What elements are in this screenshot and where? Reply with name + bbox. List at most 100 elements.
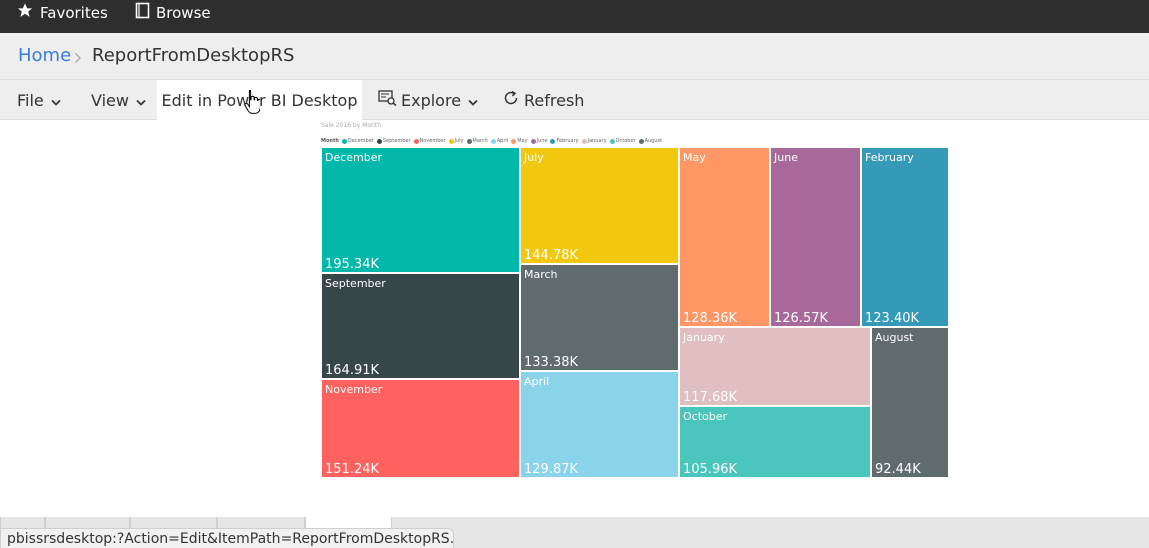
legend-item-label: August xyxy=(644,138,663,144)
legend-item[interactable]: October xyxy=(609,138,636,144)
treemap-tile-april[interactable]: April 129.87K xyxy=(520,371,679,478)
tile-label: May xyxy=(683,151,706,164)
refresh-icon xyxy=(502,89,520,111)
legend-color-dot xyxy=(376,138,382,144)
tile-value: 128.36K xyxy=(683,311,738,326)
legend-color-dot xyxy=(581,138,587,144)
tile-label: July xyxy=(524,151,544,164)
legend-item-label: May xyxy=(517,138,528,144)
chevron-down-icon xyxy=(51,91,61,110)
chevron-down-icon xyxy=(136,91,146,110)
tile-label: June xyxy=(774,151,798,164)
treemap-tile-september[interactable]: September 164.91K xyxy=(321,273,520,379)
legend-item-label: October xyxy=(615,138,636,144)
breadcrumb-home-link[interactable]: Home xyxy=(18,45,71,66)
refresh-button[interactable]: Refresh xyxy=(502,80,584,120)
legend-title: Month xyxy=(321,138,339,144)
view-menu-button[interactable]: View xyxy=(91,80,146,120)
tile-value: 105.96K xyxy=(683,462,738,477)
legend-item-label: December xyxy=(347,138,374,144)
legend-color-dot xyxy=(609,138,615,144)
legend-item[interactable]: May xyxy=(511,138,528,144)
chevron-right-icon xyxy=(74,49,82,68)
breadcrumb-current-report: ReportFromDesktopRS xyxy=(92,45,295,66)
hand-pointer-cursor-icon xyxy=(244,89,261,119)
browse-link[interactable]: Browse xyxy=(135,0,211,25)
tile-value: 195.34K xyxy=(325,257,380,272)
legend-item[interactable]: February xyxy=(550,138,579,144)
top-nav-bar: Favorites Browse xyxy=(0,0,1149,33)
tile-label: February xyxy=(865,151,914,164)
legend-item[interactable]: August xyxy=(638,138,663,144)
tile-value: 117.68K xyxy=(683,390,738,405)
legend-item-label: September xyxy=(382,138,411,144)
tile-label: March xyxy=(524,268,558,281)
browse-book-icon xyxy=(135,2,156,23)
legend-color-dot xyxy=(550,138,556,144)
legend-item[interactable]: June xyxy=(530,138,547,144)
tile-label: December xyxy=(325,151,383,164)
tile-value: 144.78K xyxy=(524,248,579,263)
tile-label: April xyxy=(524,375,550,388)
favorites-label: Favorites xyxy=(40,3,108,22)
file-menu-button[interactable]: File xyxy=(17,80,61,120)
legend-item-label: January xyxy=(587,138,607,144)
file-label: File xyxy=(17,90,44,110)
chart-title: Sale 2016 by Month xyxy=(321,122,381,129)
tile-value: 92.44K xyxy=(875,462,921,477)
tile-value: 133.38K xyxy=(524,355,579,370)
treemap-tile-january[interactable]: January 117.68K xyxy=(679,327,871,406)
legend-color-dot xyxy=(638,138,644,144)
breadcrumb: Home ReportFromDesktopRS xyxy=(0,33,1149,80)
legend-color-dot xyxy=(341,138,347,144)
tile-value: 126.57K xyxy=(774,311,829,326)
treemap-tile-december[interactable]: December 195.34K xyxy=(321,147,520,273)
treemap-tile-may[interactable]: May 128.36K xyxy=(679,147,770,327)
tile-label: October xyxy=(683,410,728,423)
tile-value: 164.91K xyxy=(325,363,380,378)
explore-icon xyxy=(378,90,397,110)
legend-item[interactable]: November xyxy=(413,138,446,144)
legend-item[interactable]: September xyxy=(376,138,411,144)
legend-item[interactable]: January xyxy=(581,138,607,144)
chart-legend: Month December September November July March… xyxy=(321,137,665,145)
legend-items: December September November July March April M… xyxy=(341,138,665,144)
treemap-tile-february[interactable]: February 123.40K xyxy=(861,147,949,327)
view-label: View xyxy=(91,90,129,110)
tile-label: November xyxy=(325,383,383,396)
explore-label: Explore xyxy=(401,90,462,110)
treemap-tile-august[interactable]: August 92.44K xyxy=(871,327,949,478)
treemap-tile-november[interactable]: November 151.24K xyxy=(321,379,520,478)
treemap-tile-july[interactable]: July 144.78K xyxy=(520,147,679,264)
chevron-down-icon xyxy=(468,91,478,110)
favorites-link[interactable]: Favorites xyxy=(16,0,108,25)
legend-item-label: November xyxy=(419,138,446,144)
legend-item[interactable]: December xyxy=(341,138,374,144)
legend-item-label: February xyxy=(556,138,579,144)
report-toolbar: File View Edit in Power BI Desktop Explo… xyxy=(0,80,1149,120)
tile-label: September xyxy=(325,277,386,290)
tile-label: January xyxy=(683,331,725,344)
legend-item[interactable]: March xyxy=(466,138,488,144)
legend-item-label: March xyxy=(472,138,488,144)
legend-item-label: April xyxy=(496,138,509,144)
legend-color-dot xyxy=(448,138,454,144)
legend-color-dot xyxy=(466,138,472,144)
legend-item[interactable]: July xyxy=(448,138,464,144)
legend-color-dot xyxy=(413,138,419,144)
browse-label: Browse xyxy=(156,3,211,22)
tile-value: 129.87K xyxy=(524,462,579,477)
legend-item-label: July xyxy=(454,138,464,144)
legend-color-dot xyxy=(490,138,496,144)
legend-color-dot xyxy=(511,138,517,144)
explore-menu-button[interactable]: Explore xyxy=(378,80,478,120)
treemap-tile-october[interactable]: October 105.96K xyxy=(679,406,871,478)
tile-value: 151.24K xyxy=(325,462,380,477)
treemap-tile-june[interactable]: June 126.57K xyxy=(770,147,861,327)
treemap-tile-march[interactable]: March 133.38K xyxy=(520,264,679,371)
star-icon xyxy=(16,2,40,23)
treemap-chart: December 195.34K September 164.91K November 1… xyxy=(321,147,949,478)
legend-item[interactable]: April xyxy=(490,138,509,144)
refresh-label: Refresh xyxy=(524,90,585,110)
legend-color-dot xyxy=(530,138,536,144)
